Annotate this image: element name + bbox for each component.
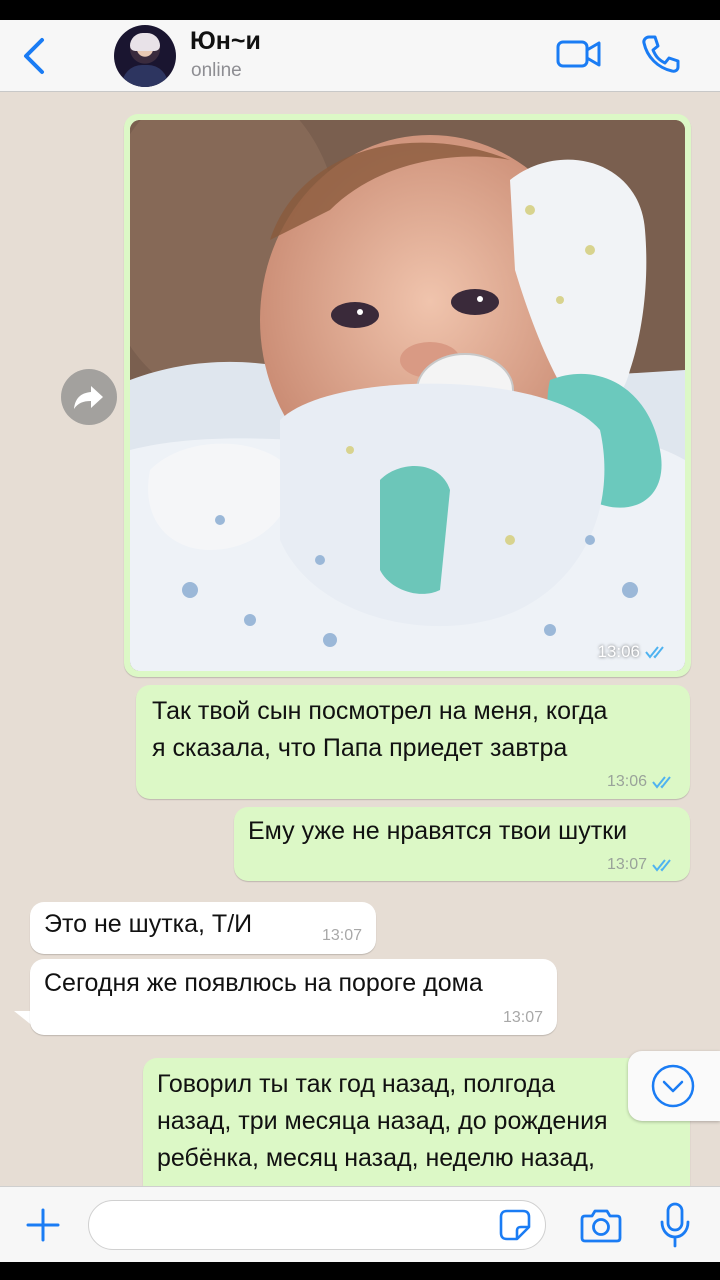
message-list[interactable]: 13:06 Так твой сын посмотрел на меня, ко… — [0, 93, 720, 1186]
message-text: Так твой сын посмотрел на меня, когда я … — [152, 693, 674, 767]
message-time: 13:07 — [321, 927, 362, 944]
chevron-down-circle-icon — [651, 1064, 695, 1108]
video-camera-icon — [556, 40, 601, 68]
image-message[interactable]: 13:06 — [124, 114, 691, 677]
message-line: Говорил ты так год назад, полгода — [157, 1070, 556, 1098]
contact-avatar[interactable] — [114, 25, 176, 87]
read-ticks-icon — [652, 859, 671, 872]
outgoing-message[interactable]: Говорил ты так год назад, полгода назад,… — [143, 1058, 690, 1186]
message-text: Это не шутка, Т/И — [44, 910, 253, 938]
video-call-button[interactable] — [556, 38, 602, 70]
back-button[interactable] — [18, 34, 58, 78]
camera-icon — [580, 1209, 622, 1243]
outgoing-message[interactable]: Так твой сын посмотрел на меня, когда я … — [136, 685, 690, 799]
message-input-bar — [0, 1186, 720, 1262]
camera-button[interactable] — [580, 1206, 622, 1244]
microphone-button[interactable] — [660, 1202, 690, 1248]
message-meta: 13:06 — [597, 642, 669, 662]
attach-button[interactable] — [24, 1206, 62, 1244]
message-text: Ему уже не нравятся твои шутки — [248, 817, 628, 845]
message-text: Сегодня же появлюсь на пороге дома — [44, 969, 483, 997]
sticker-button[interactable] — [497, 1207, 533, 1243]
scroll-to-bottom-button[interactable] — [628, 1051, 720, 1121]
message-time: 13:06 — [606, 773, 647, 790]
chat-screen: Юн~и online 13:06 Так твой сын посмотрел… — [0, 0, 720, 1280]
outgoing-message[interactable]: Ему уже не нравятся твои шутки 13:07 — [234, 807, 690, 881]
incoming-message[interactable]: Это не шутка, Т/И 13:07 — [30, 902, 376, 954]
phone-icon — [642, 35, 680, 73]
read-ticks-icon — [652, 776, 671, 789]
message-line: назад, три месяца назад, до рождения — [157, 1107, 608, 1135]
message-line: вчера и сегодня — [157, 1177, 676, 1186]
chevron-left-icon — [24, 38, 44, 74]
sticker-icon — [499, 1209, 531, 1241]
message-line: Так твой сын посмотрел на меня, когда — [152, 697, 608, 725]
baby-photo[interactable]: 13:06 — [130, 120, 685, 671]
contact-name[interactable]: Юн~и — [190, 27, 261, 56]
message-line: ребёнка, месяц назад, неделю назад, — [157, 1144, 595, 1172]
voice-call-button[interactable] — [640, 33, 682, 75]
message-input[interactable] — [88, 1200, 546, 1250]
plus-icon — [26, 1208, 60, 1242]
forward-button[interactable] — [61, 369, 117, 425]
read-ticks-icon — [645, 646, 664, 659]
message-meta: 13:06 — [607, 773, 676, 791]
message-time: 13:07 — [606, 856, 647, 873]
status-bar — [0, 0, 720, 20]
microphone-icon — [660, 1202, 690, 1248]
bottom-bar — [0, 1262, 720, 1280]
chat-header: Юн~и online — [0, 20, 720, 92]
forward-arrow-icon — [74, 386, 103, 409]
message-time: 13:07 — [502, 1009, 543, 1026]
message-time: 13:06 — [597, 642, 640, 661]
contact-status: online — [191, 60, 242, 81]
message-meta: 13:07 — [607, 856, 676, 874]
message-line: я сказала, что Папа приедет завтра — [152, 734, 568, 762]
incoming-message[interactable]: Сегодня же появлюсь на пороге дома 13:07 — [30, 959, 557, 1035]
message-meta: 13:07 — [503, 1009, 543, 1027]
message-meta: 13:07 — [322, 927, 362, 945]
photo-content — [130, 120, 685, 671]
message-text: Говорил ты так год назад, полгода назад,… — [157, 1066, 676, 1186]
